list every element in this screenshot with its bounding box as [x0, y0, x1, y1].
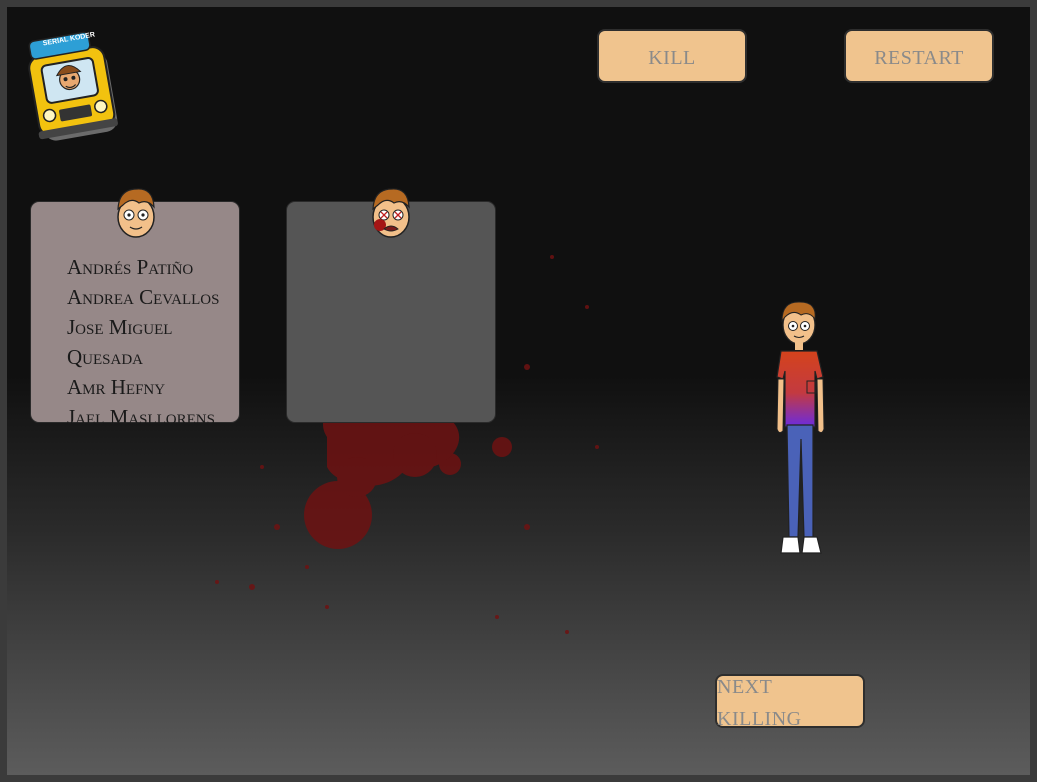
- list-item: Amr Hefny: [67, 375, 166, 399]
- kill-button[interactable]: kill: [597, 29, 747, 83]
- school-bus-logo: SERIAL KODER: [23, 27, 123, 149]
- list-item: Jael Masllorens: [67, 405, 215, 429]
- victim-character: [767, 299, 835, 555]
- list-item: Jose Miguel Quesada: [67, 315, 173, 369]
- restart-button[interactable]: restart: [844, 29, 994, 83]
- survivor-name-list: Andrés Patiño Andrea Cevallos Jose Migue…: [67, 252, 239, 432]
- alive-face-icon: [113, 185, 159, 239]
- list-item: Andrés Patiño: [67, 255, 194, 279]
- list-item: Andrea Cevallos: [67, 285, 220, 309]
- dead-face-icon: [368, 185, 414, 239]
- next-killing-button[interactable]: next killing: [715, 669, 865, 732]
- game-stage: SERIAL KODER kill restart Andrés Patiño …: [0, 0, 1037, 782]
